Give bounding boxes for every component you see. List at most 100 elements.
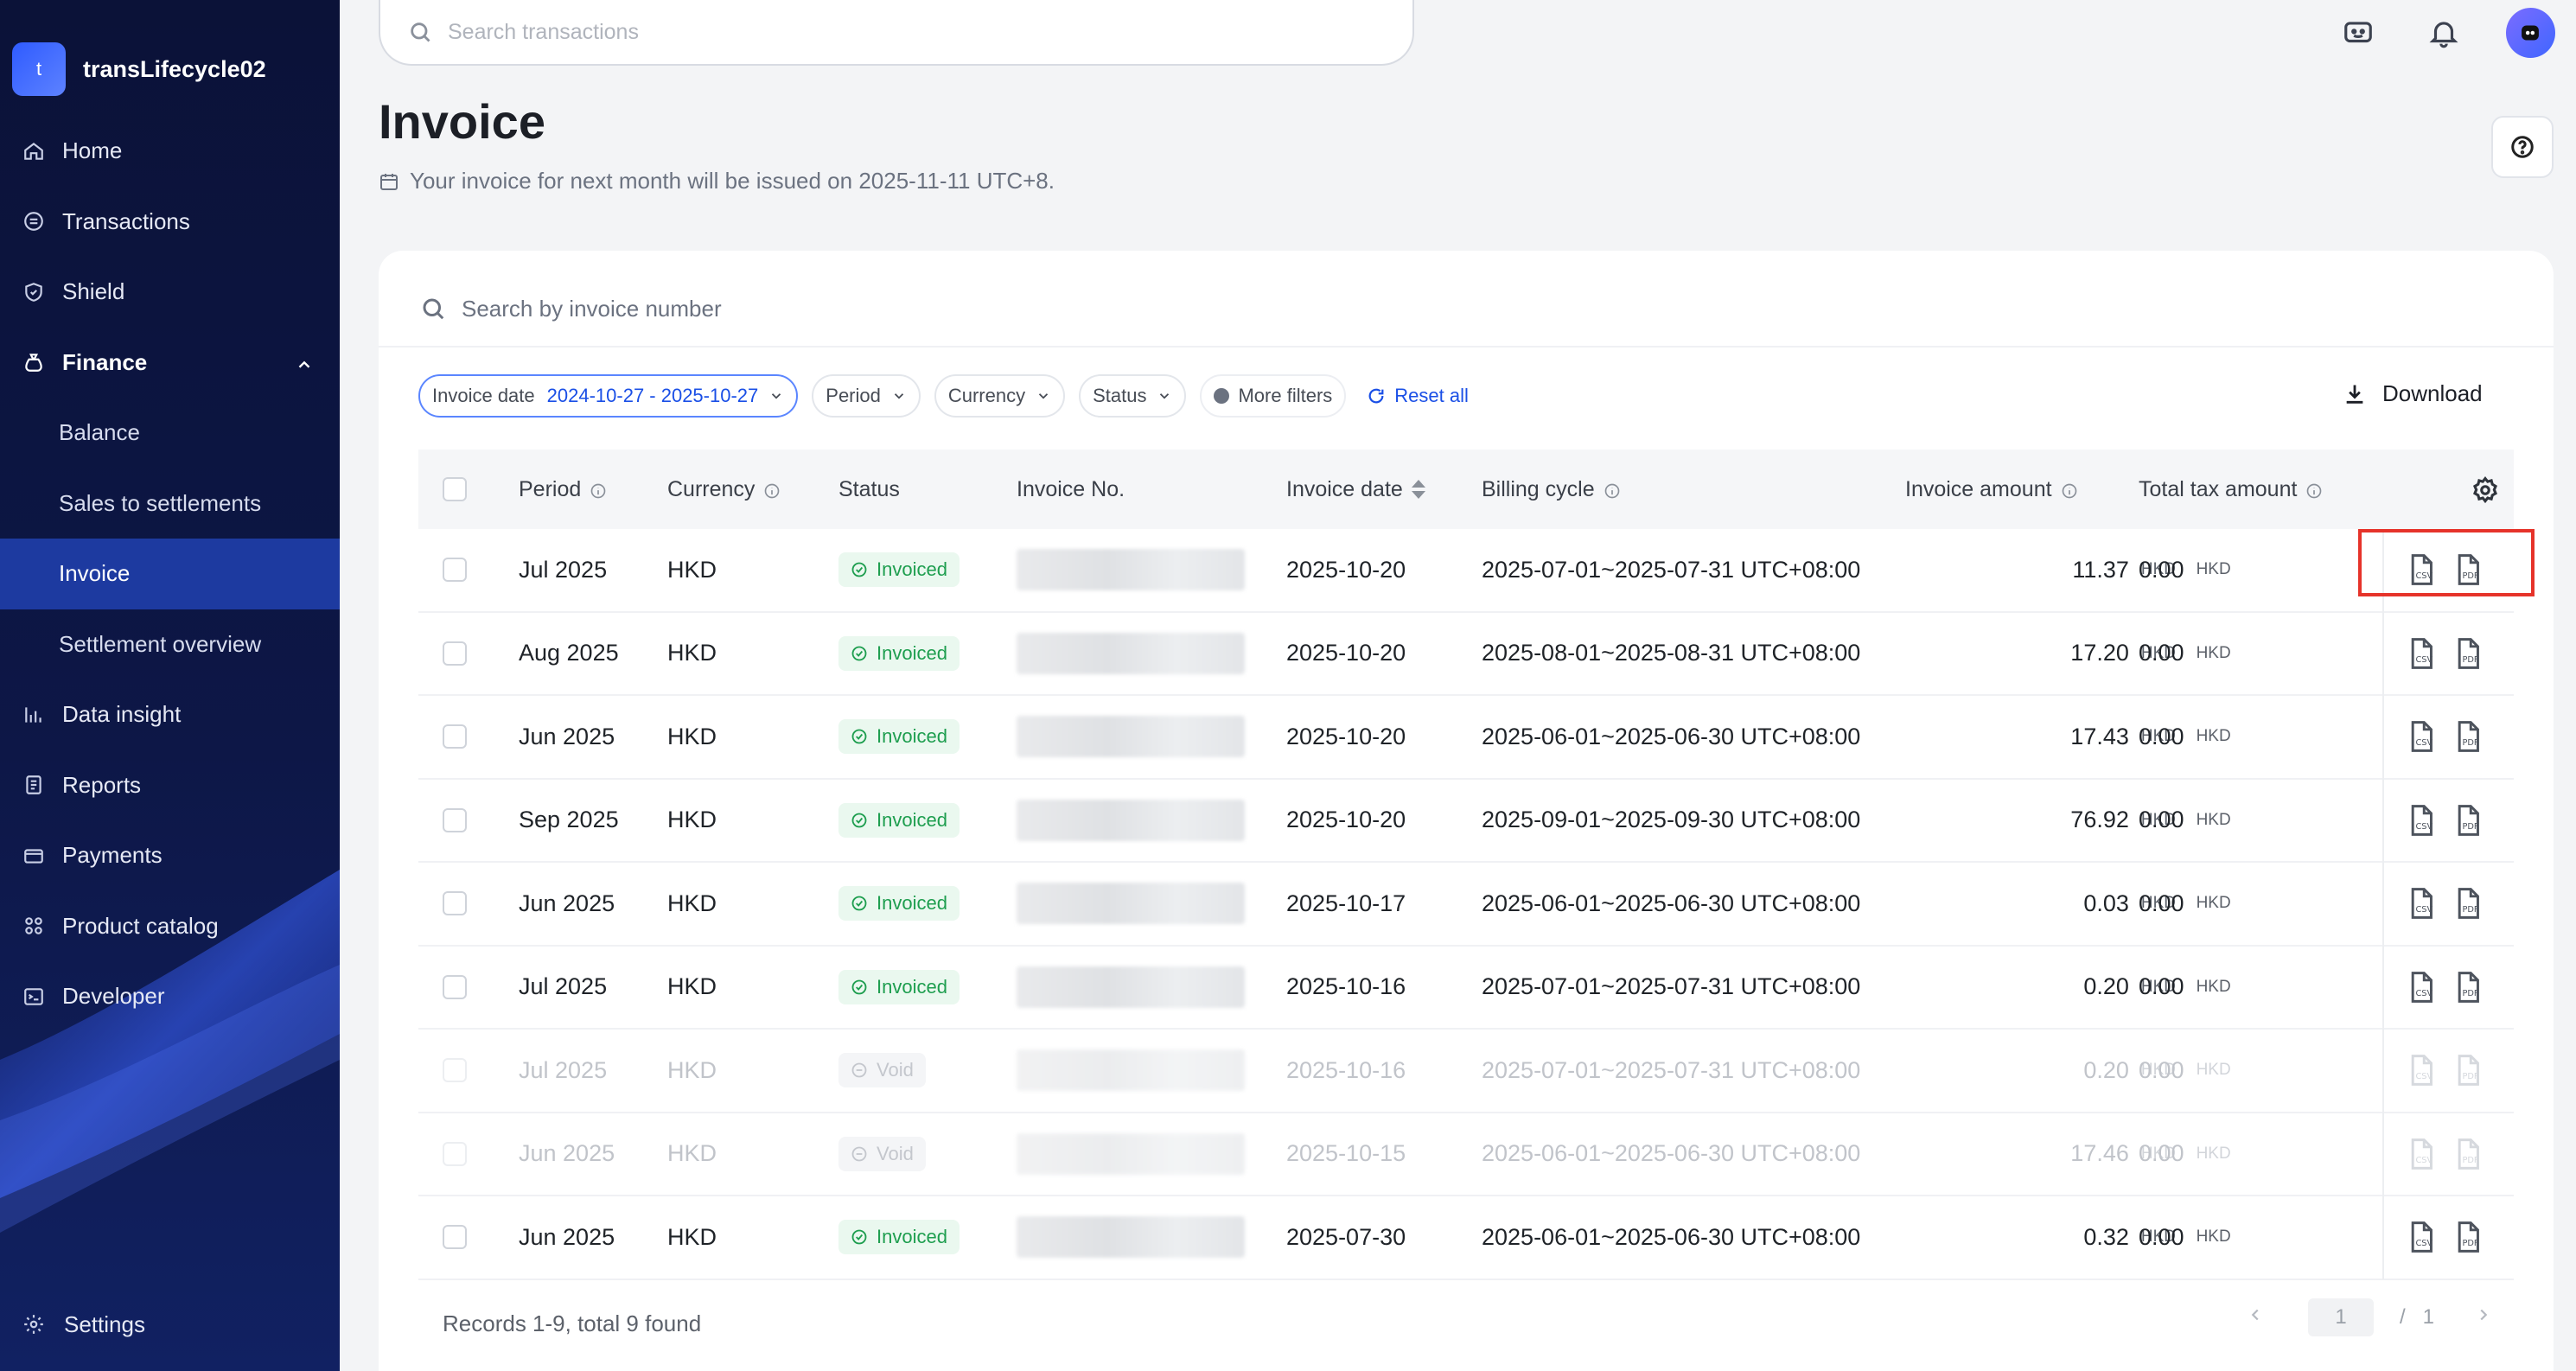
avatar[interactable] (2505, 8, 2555, 58)
filter-status[interactable]: Status (1079, 374, 1187, 418)
chevron-right-icon[interactable] (2474, 1305, 2493, 1330)
download-icon (2346, 385, 2363, 404)
page-number-input[interactable]: 1 (2308, 1298, 2374, 1336)
row-checkbox[interactable] (443, 641, 467, 666)
invoice-search-input[interactable] (462, 295, 1499, 322)
sidebar-item-settings[interactable]: Settings (22, 1298, 145, 1350)
filter-invoice-date[interactable]: Invoice date 2024-10-27 - 2025-10-27 (418, 374, 799, 418)
cell-currency: HKD (667, 890, 717, 916)
chevron-up-icon[interactable] (295, 354, 314, 373)
more-filters-button[interactable]: More filters (1200, 374, 1347, 418)
info-icon[interactable] (590, 481, 607, 499)
info-icon[interactable] (1604, 481, 1621, 499)
row-checkbox[interactable] (443, 1058, 467, 1083)
sidebar-item-product-catalog[interactable]: Product catalog (0, 891, 340, 962)
pagination: 1 / 1 (2246, 1295, 2493, 1340)
reset-all-button[interactable]: Reset all (1367, 385, 1469, 407)
table-row[interactable]: Sep 2025 HKD Invoiced 2025-10-20 2025-09-01~… (418, 780, 2514, 863)
invoice-amount-value: 76.92 (2070, 807, 2129, 833)
filter-period[interactable]: Period (812, 374, 921, 418)
download-pdf-icon[interactable]: PDF (2453, 888, 2483, 920)
table-row[interactable]: Jul 2025 HKD Invoiced 2025-10-16 2025-07-01~… (418, 947, 2514, 1030)
download-csv-icon[interactable]: CSV (2407, 888, 2436, 920)
download-pdf-icon[interactable]: PDF (2453, 554, 2483, 586)
sidebar-item-transactions[interactable]: Transactions (0, 187, 340, 258)
bell-icon[interactable] (2425, 14, 2462, 52)
header-invoice-date[interactable]: Invoice date (1286, 450, 1425, 529)
sidebar-item-home[interactable]: Home (0, 116, 340, 187)
chat-bot-icon[interactable] (2339, 14, 2376, 52)
table-row[interactable]: Jun 2025 HKD Void 2025-10-15 2025-06-01~2025… (418, 1113, 2514, 1196)
info-icon[interactable] (763, 481, 781, 499)
header-period: Period (519, 450, 607, 529)
filter-currency[interactable]: Currency (934, 374, 1066, 418)
download-csv-icon[interactable]: CSV (2407, 1221, 2436, 1253)
info-icon[interactable] (2305, 481, 2323, 499)
select-all-checkbox[interactable] (443, 477, 467, 501)
sidebar-item-finance[interactable]: Finance (0, 328, 340, 399)
download-csv-icon[interactable]: CSV (2407, 1055, 2436, 1087)
table-row[interactable]: Jun 2025 HKD Invoiced 2025-10-20 2025-06-01~… (418, 696, 2514, 780)
table-row[interactable]: Jun 2025 HKD Invoiced 2025-10-17 2025-06-01~… (418, 863, 2514, 947)
invoice-search[interactable] (420, 282, 2512, 335)
row-checkbox[interactable] (443, 974, 467, 999)
download-pdf-icon[interactable]: PDF (2453, 1055, 2483, 1087)
global-search[interactable] (379, 0, 1414, 66)
cell-total-tax: 0.00 HKD (2139, 1113, 2231, 1196)
download-csv-icon[interactable]: CSV (2407, 637, 2436, 669)
tax-amount-value: 0.00 (2139, 973, 2184, 1000)
download-label: Download (2382, 380, 2483, 406)
table-row[interactable]: Jul 2025 HKD Void 2025-10-16 2025-07-01~2025… (418, 1030, 2514, 1113)
sidebar-item-shield[interactable]: Shield (0, 257, 340, 328)
invoice-amount-value: 0.20 (2083, 1056, 2129, 1083)
table-row[interactable]: Jul 2025 HKD Invoiced 2025-10-20 2025-07-01~… (418, 529, 2514, 613)
header-billing-cycle: Billing cycle (1482, 450, 1621, 529)
cell-period: Aug 2025 (519, 640, 619, 666)
download-csv-icon[interactable]: CSV (2407, 554, 2436, 586)
cell-billing-cycle: 2025-06-01~2025-06-30 UTC+08:00 (1482, 723, 1861, 749)
invoice-amount-value: 0.03 (2083, 890, 2129, 916)
invoice-issue-note: Your invoice for next month will be issu… (379, 168, 1055, 194)
download-button[interactable]: Download (2343, 380, 2483, 407)
download-pdf-icon[interactable]: PDF (2453, 1138, 2483, 1170)
sidebar-item-payments[interactable]: Payments (0, 820, 340, 891)
sidebar-item-balance[interactable]: Balance (0, 398, 340, 469)
row-checkbox[interactable] (443, 724, 467, 749)
info-icon[interactable] (2061, 481, 2078, 499)
sidebar-item-label: Data insight (62, 701, 182, 728)
download-pdf-icon[interactable]: PDF (2453, 971, 2483, 1003)
help-button[interactable] (2491, 116, 2554, 178)
download-csv-icon[interactable]: CSV (2407, 971, 2436, 1003)
cell-period: Jul 2025 (519, 973, 608, 1000)
sidebar-item-reports[interactable]: Reports (0, 750, 340, 821)
invoice-number-redacted (1017, 799, 1245, 841)
global-search-input[interactable] (448, 19, 1312, 45)
row-checkbox[interactable] (443, 891, 467, 916)
download-csv-icon[interactable]: CSV (2407, 1138, 2436, 1170)
sidebar-item-developer[interactable]: Developer (0, 961, 340, 1032)
invoice-number-redacted (1017, 1049, 1245, 1092)
download-csv-icon[interactable]: CSV (2407, 804, 2436, 836)
sidebar-item-data-insight[interactable]: Data insight (0, 679, 340, 750)
tax-amount-value: 0.00 (2139, 807, 2184, 833)
row-checkbox[interactable] (443, 807, 467, 832)
row-checkbox[interactable] (443, 558, 467, 583)
sidebar-item-settlement-overview[interactable]: Settlement overview (0, 609, 340, 680)
row-checkbox[interactable] (443, 1225, 467, 1250)
table-row[interactable]: Aug 2025 HKD Invoiced 2025-10-20 2025-08-01~… (418, 613, 2514, 696)
download-pdf-icon[interactable]: PDF (2453, 721, 2483, 753)
column-settings-gear-icon[interactable] (2471, 475, 2500, 505)
account-switcher[interactable]: t transLifecycle02 (12, 42, 266, 96)
sidebar-item-invoice[interactable]: Invoice (0, 539, 340, 609)
sidebar-item-sales-to-settlements[interactable]: Sales to settlements (0, 469, 340, 539)
download-pdf-icon[interactable]: PDF (2453, 804, 2483, 836)
filter-period-label: Period (826, 385, 881, 406)
sort-icon[interactable] (1411, 480, 1425, 499)
invoice-number-redacted (1017, 632, 1245, 674)
chevron-left-icon[interactable] (2246, 1305, 2265, 1330)
row-checkbox[interactable] (443, 1141, 467, 1166)
download-pdf-icon[interactable]: PDF (2453, 637, 2483, 669)
download-pdf-icon[interactable]: PDF (2453, 1221, 2483, 1253)
download-csv-icon[interactable]: CSV (2407, 721, 2436, 753)
table-row[interactable]: Jun 2025 HKD Invoiced 2025-07-30 2025-06-01~… (418, 1196, 2514, 1280)
